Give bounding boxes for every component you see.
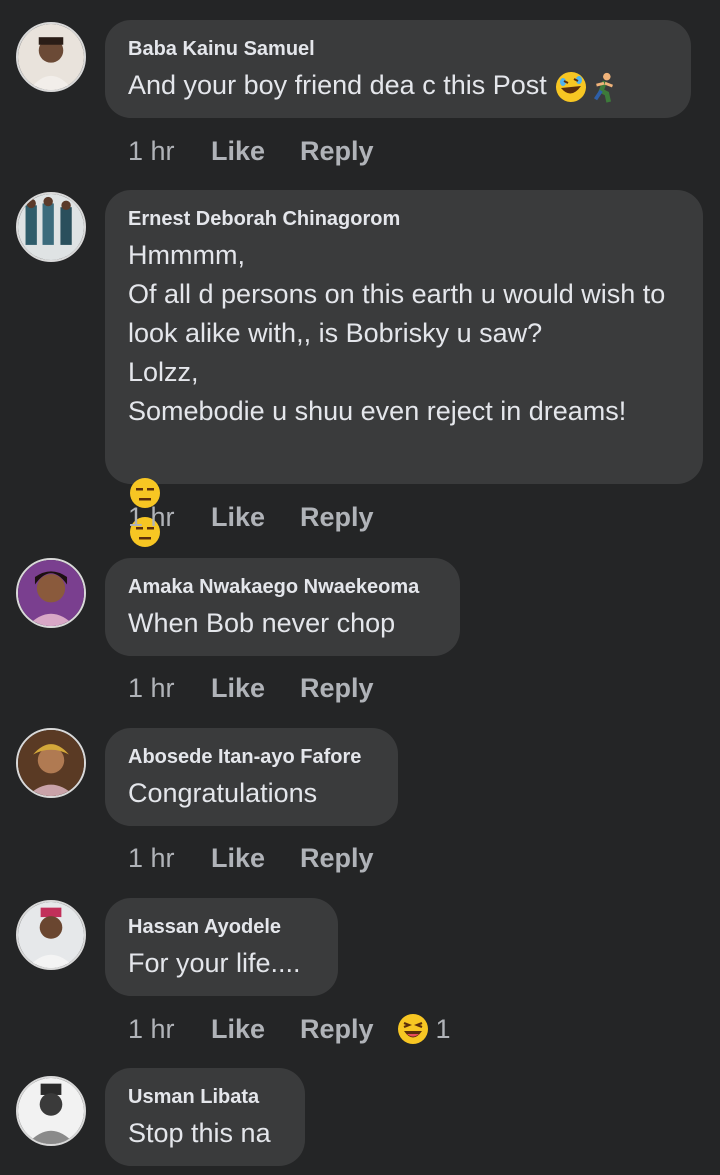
comment-author[interactable]: Baba Kainu Samuel <box>128 37 667 61</box>
haha-reaction-icon[interactable] <box>396 1012 430 1046</box>
reply-button[interactable]: Reply <box>300 672 374 704</box>
comment-author[interactable]: Abosede Itan-ayo Fafore <box>128 745 374 769</box>
avatar[interactable] <box>16 900 86 970</box>
comment-actions: 1 hr Like Reply <box>128 133 374 167</box>
comment-text: Stop this na <box>128 1118 271 1148</box>
comment-bubble: Baba Kainu Samuel And your boy friend de… <box>105 20 691 118</box>
comment-actions: 1 hr Like Reply <box>128 840 374 874</box>
rofl-emoji <box>554 70 588 104</box>
like-button[interactable]: Like <box>211 135 300 167</box>
comment-time[interactable]: 1 hr <box>128 501 211 533</box>
comment-text: And your boy friend dea c this Post <box>128 66 667 105</box>
avatar[interactable] <box>16 728 86 798</box>
comment-actions: 1 hr Like Reply <box>128 499 374 533</box>
comment-bubble: Usman Libata Stop this na <box>105 1068 305 1166</box>
comment-author[interactable]: Usman Libata <box>128 1085 281 1109</box>
comment-text: Congratulations <box>128 778 318 808</box>
like-button[interactable]: Like <box>211 1013 300 1045</box>
avatar[interactable] <box>16 558 86 628</box>
comment-text: When Bob never chop <box>128 608 396 638</box>
comment-time[interactable]: 1 hr <box>128 135 211 167</box>
reply-button[interactable]: Reply <box>300 1013 374 1045</box>
like-button[interactable]: Like <box>211 672 300 704</box>
comment-bubble: Hassan Ayodele For your life.... <box>105 898 338 996</box>
running-man-emoji <box>588 70 620 104</box>
reaction-count[interactable]: 1 <box>436 1013 451 1045</box>
avatar[interactable] <box>16 192 86 262</box>
avatar[interactable] <box>16 1076 86 1146</box>
comment-author[interactable]: Amaka Nwakaego Nwaekeoma <box>128 575 436 599</box>
comment-bubble: Ernest Deborah Chinagorom Hmmmm, Of all … <box>105 190 703 547</box>
reply-button[interactable]: Reply <box>300 501 374 533</box>
comment-time[interactable]: 1 hr <box>128 1013 211 1045</box>
comment-author[interactable]: Hassan Ayodele <box>128 915 314 939</box>
comment-bubble: Amaka Nwakaego Nwaekeoma When Bob never … <box>105 558 460 656</box>
comment-actions: 1 hr Like Reply 1 <box>128 1011 451 1046</box>
like-button[interactable]: Like <box>211 842 300 874</box>
avatar[interactable] <box>16 22 86 92</box>
comment-bubble: Abosede Itan-ayo Fafore Congratulations <box>105 728 398 826</box>
reply-button[interactable]: Reply <box>300 842 374 874</box>
comment-text: Hmmmm, Of all d persons on this earth u … <box>128 240 666 426</box>
comment-time[interactable]: 1 hr <box>128 672 211 704</box>
comment-time[interactable]: 1 hr <box>128 842 211 874</box>
comment-text: For your life.... <box>128 948 301 978</box>
like-button[interactable]: Like <box>211 501 300 533</box>
comment-actions: 1 hr Like Reply <box>128 670 374 704</box>
reply-button[interactable]: Reply <box>300 135 374 167</box>
comment-author[interactable]: Ernest Deborah Chinagorom <box>128 207 679 231</box>
